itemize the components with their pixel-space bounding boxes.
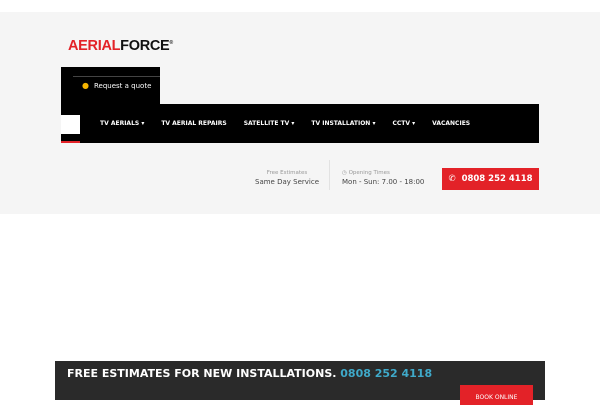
- active-indicator: [61, 141, 80, 143]
- divider: [329, 160, 330, 190]
- request-quote-link[interactable]: ● Request a quote: [82, 81, 151, 90]
- hours-label: Opening Times: [348, 170, 390, 176]
- estimates-label: Free Estimates: [266, 170, 308, 176]
- estimates-value: Same Day Service: [255, 178, 320, 186]
- banner-phone[interactable]: 0808 252 4118: [340, 367, 432, 380]
- logo[interactable]: AERIALFORCE®: [68, 38, 173, 54]
- chevron-down-icon: ▾: [372, 120, 376, 127]
- estimates-info: Free Estimates Same Day Service: [255, 170, 319, 186]
- nav-item-tv-aerials[interactable]: TV AERIALS ▾: [100, 120, 144, 127]
- call-button[interactable]: ✆ 0808 252 4118: [442, 168, 539, 190]
- clock-icon: ◷: [342, 170, 347, 176]
- logo-part1: AERIAL: [68, 38, 121, 54]
- call-number: 0808 252 4118: [461, 174, 533, 184]
- nav-item-vacancies[interactable]: VACANCIES: [432, 120, 470, 127]
- request-quote-box: ● Request a quote: [61, 67, 160, 105]
- chevron-down-icon: ▾: [141, 120, 145, 127]
- divider: [73, 76, 160, 77]
- chevron-down-icon: ▾: [291, 120, 295, 127]
- request-quote-label: Request a quote: [93, 81, 152, 90]
- main-nav: TV AERIALS ▾ TV AERIAL REPAIRS SATELLITE…: [61, 104, 539, 143]
- home-button[interactable]: [61, 115, 80, 134]
- hours-value: Mon - Sun: 7.00 - 18:00: [342, 178, 425, 186]
- chevron-down-icon: ▾: [412, 120, 416, 127]
- banner-text: FREE ESTIMATES FOR NEW INSTALLATIONS.: [67, 367, 337, 380]
- nav-item-tv-installation[interactable]: TV INSTALLATION ▾: [311, 120, 375, 127]
- nav-item-satellite-tv[interactable]: SATELLITE TV ▾: [244, 120, 295, 127]
- chat-bubbles-icon: ●: [82, 81, 89, 90]
- phone-icon: ✆: [448, 174, 456, 184]
- estimates-banner: FREE ESTIMATES FOR NEW INSTALLATIONS. 08…: [55, 361, 545, 405]
- logo-mark: ®: [169, 40, 173, 47]
- nav-item-cctv[interactable]: CCTV ▾: [392, 120, 415, 127]
- hours-info: ◷ Opening Times Mon - Sun: 7.00 - 18:00: [342, 170, 424, 186]
- logo-part2: FORCE: [120, 38, 170, 54]
- nav-item-tv-aerial-repairs[interactable]: TV AERIAL REPAIRS: [161, 120, 226, 127]
- book-online-button[interactable]: BOOK ONLINE: [460, 385, 533, 405]
